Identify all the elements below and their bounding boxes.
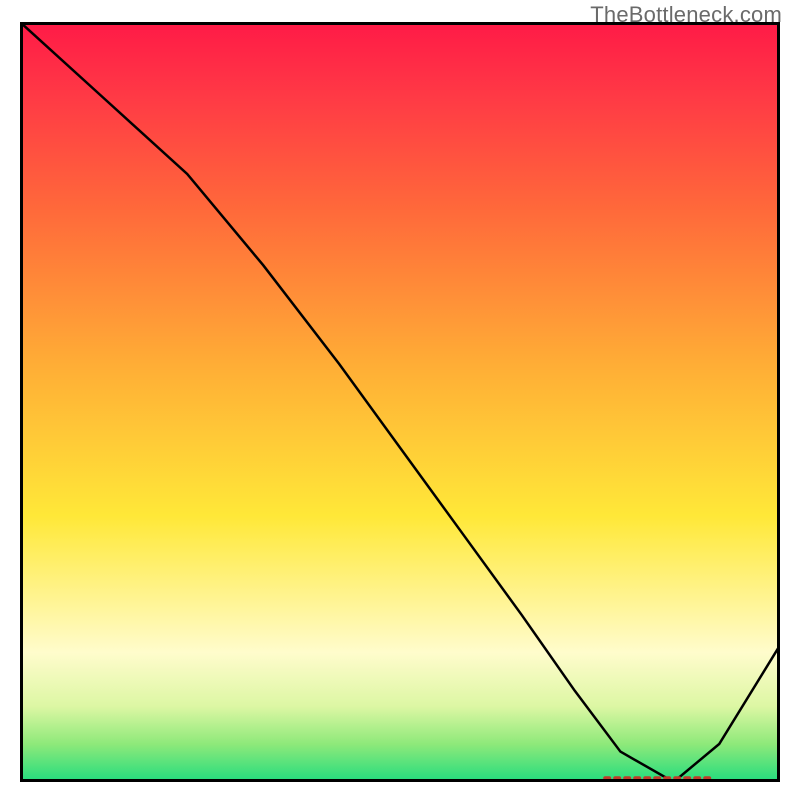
chart-area bbox=[20, 22, 780, 782]
chart-svg bbox=[20, 22, 780, 782]
line-series-curve bbox=[20, 22, 780, 782]
